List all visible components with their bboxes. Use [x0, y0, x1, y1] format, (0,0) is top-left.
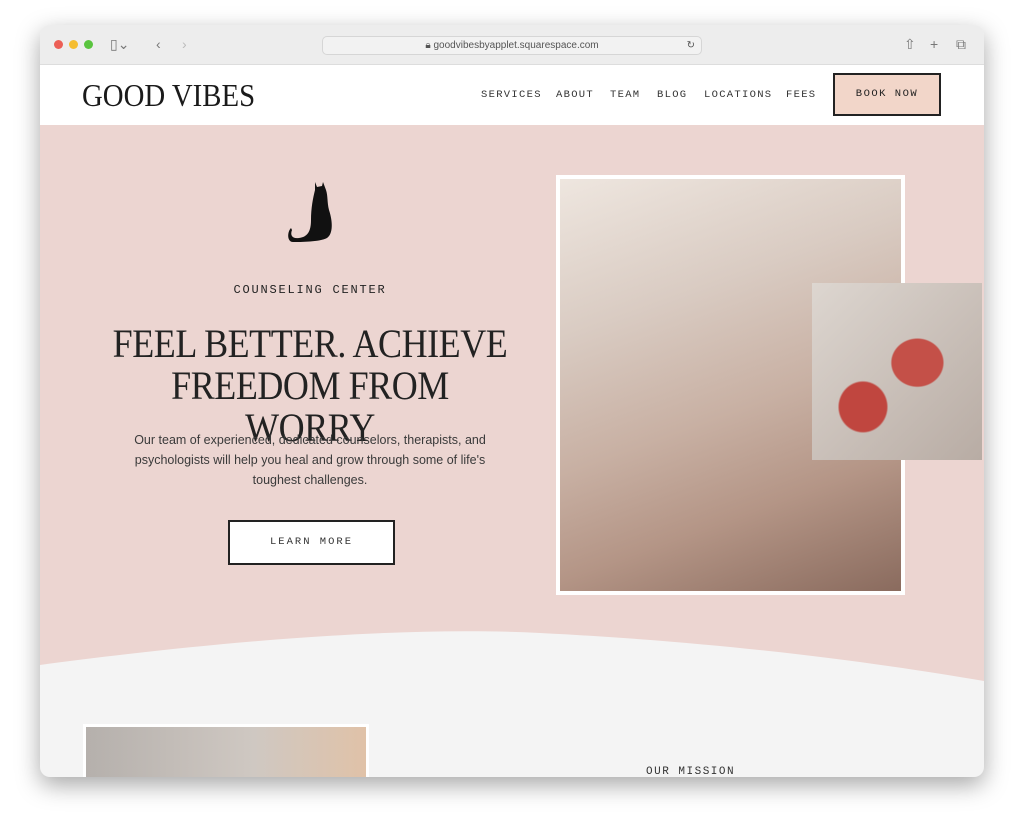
tabs-overview-icon[interactable]: ⧉: [956, 36, 966, 53]
book-now-button[interactable]: BOOK NOW: [833, 73, 941, 116]
new-tab-icon[interactable]: +: [930, 36, 938, 52]
nav-locations[interactable]: LOCATIONS: [704, 89, 772, 101]
nav-blog[interactable]: BLOG: [657, 89, 687, 101]
nav-services[interactable]: SERVICES: [481, 89, 542, 101]
maximize-window-button[interactable]: [84, 40, 93, 49]
mission-photo: [83, 724, 369, 777]
site-header: GOOD VIBES SERVICES ABOUT TEAM BLOG LOCA…: [40, 65, 984, 125]
hero-description: Our team of experienced, dedicated couns…: [134, 433, 486, 487]
sidebar-icon[interactable]: ▯⌄: [110, 36, 129, 53]
nav-team[interactable]: TEAM: [610, 89, 640, 101]
forward-icon[interactable]: ›: [182, 36, 187, 52]
eyebrow-text: COUNSELING CENTER: [233, 283, 387, 297]
our-mission-label: OUR MISSION: [646, 766, 736, 777]
headline-line-1: FEEL BETTER. ACHIEVE: [112, 321, 508, 366]
share-icon[interactable]: ⇧: [904, 36, 916, 53]
back-icon[interactable]: ‹: [156, 36, 161, 52]
reload-icon[interactable]: ↻: [687, 37, 695, 54]
nav-fees[interactable]: FEES: [786, 89, 816, 101]
cat-icon: [288, 182, 332, 242]
wave-divider: [40, 631, 984, 705]
minimize-window-button[interactable]: [69, 40, 78, 49]
logo[interactable]: GOOD VIBES: [82, 77, 255, 114]
url-text: goodvibesbyapplet.squarespace.com: [433, 40, 599, 51]
browser-window: ▯⌄ ‹ › 🔒︎ goodvibesbyapplet.squarespace.…: [40, 25, 984, 777]
figs-photo: [812, 283, 982, 460]
browser-toolbar: ▯⌄ ‹ › 🔒︎ goodvibesbyapplet.squarespace.…: [40, 25, 984, 65]
lock-icon: 🔒︎: [425, 40, 434, 51]
address-bar[interactable]: 🔒︎ goodvibesbyapplet.squarespace.com ↻: [322, 36, 702, 55]
learn-more-button[interactable]: LEARN MORE: [228, 520, 395, 565]
nav-about[interactable]: ABOUT: [556, 89, 594, 101]
close-window-button[interactable]: [54, 40, 63, 49]
